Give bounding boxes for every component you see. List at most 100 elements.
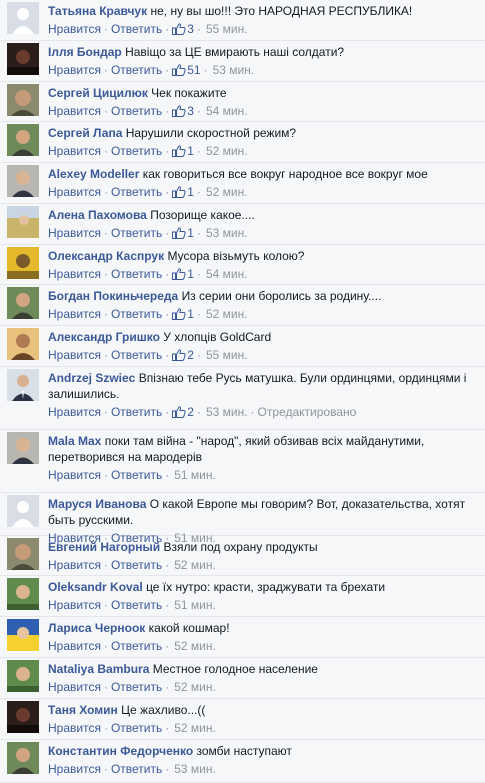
avatar[interactable] <box>7 328 39 360</box>
reply-button[interactable]: Ответить <box>111 405 162 419</box>
reply-button[interactable]: Ответить <box>111 22 162 36</box>
comment-author[interactable]: Александр Гришко <box>48 330 160 344</box>
like-button[interactable]: Нравится <box>48 680 101 694</box>
like-button[interactable]: Нравится <box>48 468 101 482</box>
comment-author[interactable]: Таня Хомин <box>48 703 118 717</box>
like-button[interactable]: Нравится <box>48 104 101 118</box>
reply-button[interactable]: Ответить <box>111 468 162 482</box>
like-count[interactable]: 3 <box>172 22 194 36</box>
reply-button[interactable]: Ответить <box>111 558 162 572</box>
comment-author[interactable]: Богдан Покиньчереда <box>48 289 178 303</box>
like-button[interactable]: Нравится <box>48 63 101 77</box>
comment-author[interactable]: Маруся Иванова <box>48 497 146 511</box>
comment-author[interactable]: Константин Федорченко <box>48 744 193 758</box>
comment-timestamp[interactable]: 53 мин. <box>206 405 248 419</box>
like-count[interactable]: 1 <box>172 226 194 240</box>
comment-timestamp[interactable]: 54 мин. <box>206 104 248 118</box>
comment-author[interactable]: Nataliya Bambura <box>48 662 149 676</box>
comment-timestamp[interactable]: 51 мин. <box>174 468 216 482</box>
reply-button[interactable]: Ответить <box>111 63 162 77</box>
avatar[interactable] <box>7 538 39 570</box>
comment-author[interactable]: Mala Max <box>48 434 101 448</box>
comment-timestamp[interactable]: 52 мин. <box>174 639 216 653</box>
comment-timestamp[interactable]: 55 мин. <box>206 22 248 36</box>
reply-button[interactable]: Ответить <box>111 348 162 362</box>
comment-timestamp[interactable]: 52 мин. <box>206 307 248 321</box>
reply-button[interactable]: Ответить <box>111 598 162 612</box>
avatar[interactable] <box>7 495 39 527</box>
like-button[interactable]: Нравится <box>48 267 101 281</box>
avatar[interactable] <box>7 2 39 34</box>
like-count[interactable]: 1 <box>172 144 194 158</box>
comment-timestamp[interactable]: 53 мин. <box>213 63 255 77</box>
avatar[interactable] <box>7 742 39 774</box>
comment-timestamp[interactable]: 55 мин. <box>206 348 248 362</box>
comment-author[interactable]: Олександр Каспрук <box>48 249 164 263</box>
like-button[interactable]: Нравится <box>48 185 101 199</box>
like-count[interactable]: 3 <box>172 104 194 118</box>
comment-timestamp[interactable]: 52 мин. <box>206 185 248 199</box>
avatar[interactable] <box>7 84 39 116</box>
like-count[interactable]: 2 <box>172 405 194 419</box>
reply-button[interactable]: Ответить <box>111 307 162 321</box>
avatar[interactable] <box>7 619 39 651</box>
like-button[interactable]: Нравится <box>48 226 101 240</box>
comment-content: Ілля Бондар Навіщо за ЦЕ вмирають наші с… <box>48 44 477 60</box>
avatar[interactable] <box>7 287 39 319</box>
comment-author[interactable]: Ілля Бондар <box>48 45 122 59</box>
comment-author[interactable]: Oleksandr Koval <box>48 580 143 594</box>
comment-timestamp[interactable]: 52 мин. <box>174 721 216 735</box>
avatar[interactable] <box>7 247 39 279</box>
separator-dot: · <box>196 405 201 419</box>
reply-button[interactable]: Ответить <box>111 144 162 158</box>
like-button[interactable]: Нравится <box>48 721 101 735</box>
comment-author[interactable]: Alexey Modeller <box>48 167 139 181</box>
reply-button[interactable]: Ответить <box>111 680 162 694</box>
comment-timestamp[interactable]: 51 мин. <box>174 598 216 612</box>
like-count[interactable]: 2 <box>172 348 194 362</box>
like-button[interactable]: Нравится <box>48 558 101 572</box>
reply-button[interactable]: Ответить <box>111 185 162 199</box>
avatar[interactable] <box>7 660 39 692</box>
reply-button[interactable]: Ответить <box>111 639 162 653</box>
avatar[interactable] <box>7 124 39 156</box>
comment-author[interactable]: Евгений Нагорный <box>48 540 160 554</box>
comment-timestamp[interactable]: 52 мин. <box>174 680 216 694</box>
comment-author[interactable]: Сергей Цицилюк <box>48 86 148 100</box>
like-button[interactable]: Нравится <box>48 348 101 362</box>
comment-timestamp[interactable]: 53 мин. <box>206 226 248 240</box>
separator-dot: · <box>165 226 170 240</box>
like-count[interactable]: 1 <box>172 267 194 281</box>
like-button[interactable]: Нравится <box>48 144 101 158</box>
reply-button[interactable]: Ответить <box>111 226 162 240</box>
like-count[interactable]: 51 <box>172 63 201 77</box>
reply-button[interactable]: Ответить <box>111 721 162 735</box>
like-button[interactable]: Нравится <box>48 22 101 36</box>
avatar[interactable] <box>7 432 39 464</box>
avatar[interactable] <box>7 43 39 75</box>
like-count[interactable]: 1 <box>172 185 194 199</box>
like-button[interactable]: Нравится <box>48 307 101 321</box>
like-button[interactable]: Нравится <box>48 405 101 419</box>
comment-author[interactable]: Алена Пахомова <box>48 208 147 222</box>
comment-author[interactable]: Сергей Лапа <box>48 126 122 140</box>
comment-timestamp[interactable]: 52 мин. <box>206 144 248 158</box>
comment-author[interactable]: Татьяна Кравчук <box>48 4 147 18</box>
avatar[interactable] <box>7 369 39 401</box>
like-count[interactable]: 1 <box>172 307 194 321</box>
like-button[interactable]: Нравится <box>48 762 101 776</box>
comment-author[interactable]: Лариса Черноок <box>48 621 145 635</box>
reply-button[interactable]: Ответить <box>111 104 162 118</box>
avatar[interactable] <box>7 165 39 197</box>
avatar[interactable] <box>7 701 39 733</box>
comment-author[interactable]: Andrzej Szwiec <box>48 371 135 385</box>
avatar[interactable] <box>7 578 39 610</box>
like-button[interactable]: Нравится <box>48 598 101 612</box>
avatar[interactable] <box>7 206 39 238</box>
reply-button[interactable]: Ответить <box>111 762 162 776</box>
like-button[interactable]: Нравится <box>48 639 101 653</box>
reply-button[interactable]: Ответить <box>111 267 162 281</box>
comment-timestamp[interactable]: 52 мин. <box>174 558 216 572</box>
comment-timestamp[interactable]: 53 мин. <box>174 762 216 776</box>
comment-timestamp[interactable]: 54 мин. <box>206 267 248 281</box>
